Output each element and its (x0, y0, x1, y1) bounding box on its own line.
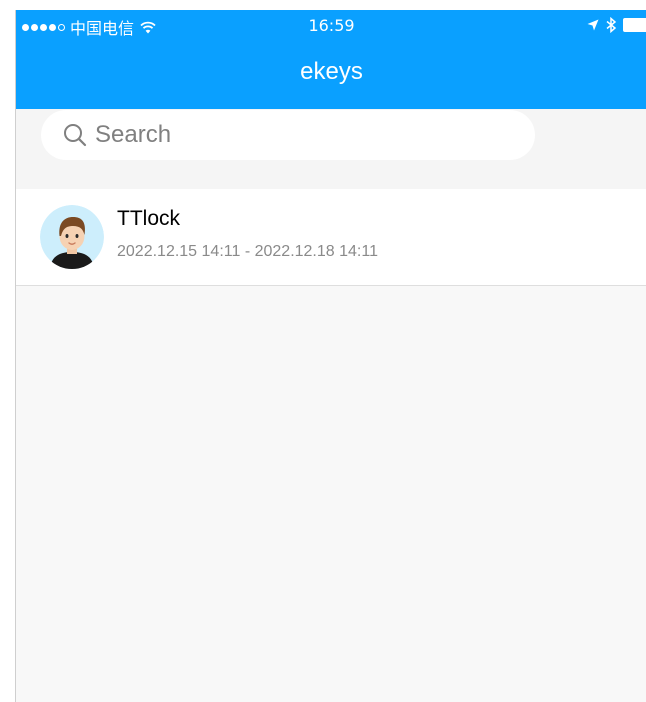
ekey-list-item[interactable]: TTlock 2022.12.15 14:11 - 2022.12.18 14:… (16, 189, 646, 286)
ekey-name: TTlock (117, 207, 180, 230)
location-arrow-icon (587, 19, 599, 31)
status-time: 16:59 (308, 16, 355, 35)
status-bar: 中国电信 16:59 (16, 10, 646, 42)
search-box[interactable] (41, 110, 535, 160)
ekey-validity: 2022.12.15 14:11 - 2022.12.18 14:11 (117, 243, 378, 260)
bluetooth-icon (606, 17, 617, 33)
status-right (587, 17, 646, 33)
search-icon (64, 124, 87, 147)
nav-bar: ekeys (16, 42, 646, 109)
search-area (16, 109, 646, 189)
page-title: ekeys (300, 58, 363, 85)
avatar (40, 205, 104, 269)
search-input[interactable] (95, 110, 515, 160)
battery-icon (623, 18, 646, 32)
app-screen: 中国电信 16:59 ekeys Search TTlock 2022.12.1… (15, 10, 646, 702)
ekey-list: TTlock 2022.12.15 14:11 - 2022.12.18 14:… (16, 189, 646, 286)
